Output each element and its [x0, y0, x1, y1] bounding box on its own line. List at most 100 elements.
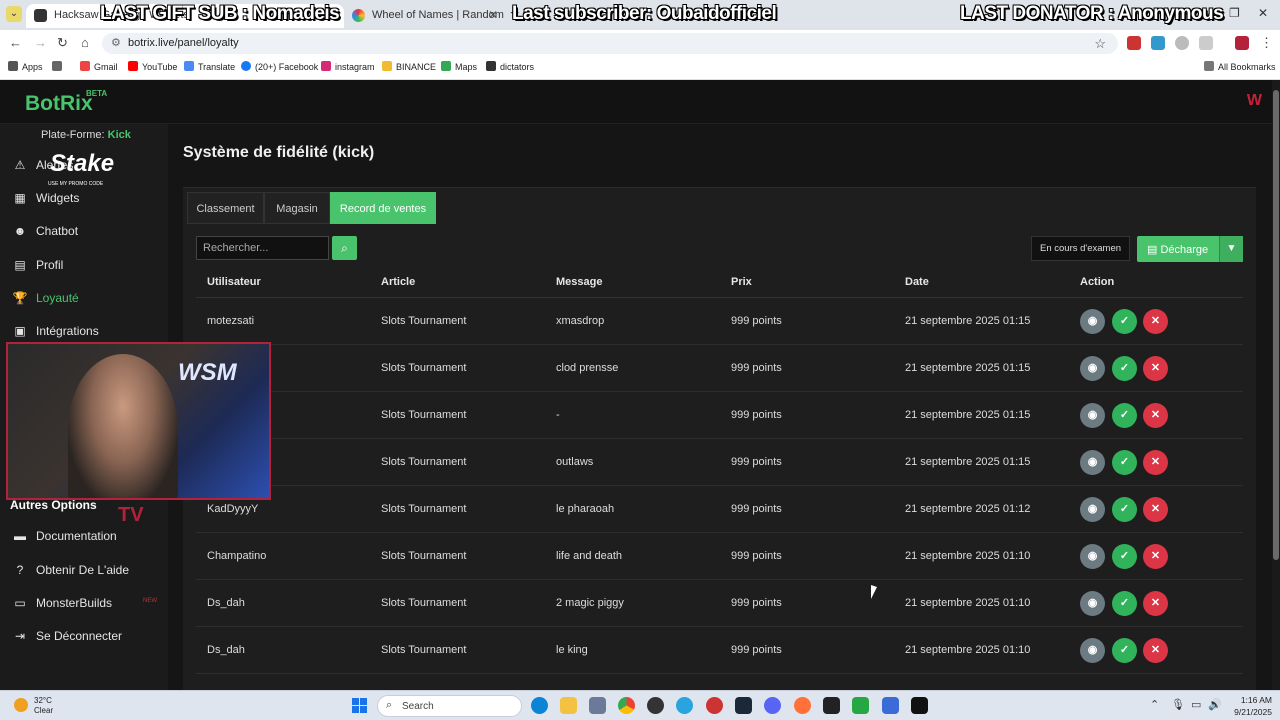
reject-button[interactable]: ✕: [1143, 450, 1168, 475]
search-button[interactable]: ⌕: [332, 236, 357, 260]
bookmark-star-icon[interactable]: ☆: [1094, 36, 1106, 52]
browser-tab-wheel[interactable]: Wheel of Names | Random nam ✕: [344, 4, 506, 28]
botrix-logo[interactable]: BotRix: [25, 92, 93, 116]
extensions-puzzle-icon[interactable]: [1199, 36, 1213, 50]
reject-button[interactable]: ✕: [1143, 591, 1168, 616]
close-tab-icon[interactable]: ✕: [488, 8, 498, 22]
page-scrollbar[interactable]: [1272, 80, 1280, 690]
view-button[interactable]: ◉: [1080, 450, 1105, 475]
approve-button[interactable]: ✓: [1112, 309, 1137, 334]
reject-button[interactable]: ✕: [1143, 309, 1168, 334]
bookmark-facebook[interactable]: (20+) Facebook: [241, 61, 318, 72]
cell-user: KadDyyyY: [207, 503, 259, 515]
view-button[interactable]: ◉: [1080, 403, 1105, 428]
reject-button[interactable]: ✕: [1143, 638, 1168, 663]
extension-icon[interactable]: [1151, 36, 1165, 50]
tab-record-de-ventes[interactable]: Record de ventes: [330, 192, 436, 224]
steam-icon[interactable]: [735, 697, 752, 714]
approve-button[interactable]: ✓: [1112, 591, 1137, 616]
view-button[interactable]: ◉: [1080, 309, 1105, 334]
epic-games-icon[interactable]: [911, 697, 928, 714]
extension-icon[interactable]: [1127, 36, 1141, 50]
bookmark-youtube[interactable]: YouTube: [128, 61, 177, 72]
sidebar-item-monsterbuilds[interactable]: ▭ MonsterBuilds: [12, 596, 112, 610]
taskbar-search[interactable]: ⌕ Search: [377, 695, 522, 717]
home-icon[interactable]: ⌂: [81, 35, 89, 50]
view-button[interactable]: ◉: [1080, 591, 1105, 616]
tray-chevron-icon[interactable]: ⌃: [1150, 698, 1159, 711]
bookmark-grid[interactable]: [52, 61, 66, 72]
sidebar-item-loyaute[interactable]: 🏆 Loyauté: [12, 291, 79, 305]
close-window-icon[interactable]: ✕: [1258, 6, 1268, 20]
bookmark-instagram[interactable]: instagram: [321, 61, 375, 72]
chrome-icon[interactable]: [618, 697, 635, 714]
windows-start-icon[interactable]: [352, 698, 368, 714]
site-info-icon[interactable]: ⚙: [111, 36, 121, 49]
bookmark-binance[interactable]: BINANCE: [382, 61, 436, 72]
bookmark-maps[interactable]: Maps: [441, 61, 477, 72]
restore-icon[interactable]: ❐: [1229, 6, 1240, 20]
approve-button[interactable]: ✓: [1112, 638, 1137, 663]
sidebar-item-help[interactable]: ? Obtenir De L'aide: [12, 563, 129, 577]
volume-icon[interactable]: 🔊: [1208, 698, 1222, 711]
obs-icon[interactable]: [647, 697, 664, 714]
extension-icon[interactable]: [1175, 36, 1189, 50]
reject-button[interactable]: ✕: [1143, 356, 1168, 381]
search-input[interactable]: [196, 236, 329, 260]
discord-icon[interactable]: [764, 697, 781, 714]
view-button[interactable]: ◉: [1080, 638, 1105, 663]
store-icon[interactable]: [589, 697, 606, 714]
opera-icon[interactable]: [706, 697, 723, 714]
network-icon[interactable]: ▭: [1191, 698, 1201, 711]
scrollbar-thumb[interactable]: [1273, 90, 1279, 560]
back-icon[interactable]: ←: [9, 35, 22, 50]
other-options-heading: Autres Options: [10, 498, 97, 512]
bookmark-apps[interactable]: Apps: [8, 61, 43, 72]
app-icon[interactable]: [882, 697, 899, 714]
edge-icon[interactable]: [531, 697, 548, 714]
browser-menu-icon[interactable]: ⋮: [1260, 35, 1273, 51]
all-bookmarks[interactable]: All Bookmarks: [1204, 61, 1276, 72]
taskbar-clock[interactable]: 1:16 AM 9/21/2025: [1228, 694, 1272, 718]
forward-icon[interactable]: →: [34, 35, 47, 50]
integrations-icon: ▣: [14, 324, 26, 338]
download-button[interactable]: ▤ Décharge: [1137, 236, 1219, 262]
view-button[interactable]: ◉: [1080, 544, 1105, 569]
sidebar-item-chatbot[interactable]: ☻ Chatbot: [12, 224, 78, 238]
tab-classement[interactable]: Classement: [187, 192, 264, 224]
reject-button[interactable]: ✕: [1143, 544, 1168, 569]
approve-button[interactable]: ✓: [1112, 497, 1137, 522]
view-button[interactable]: ◉: [1080, 356, 1105, 381]
user-brand-icon[interactable]: W: [1247, 92, 1262, 110]
bookmark-translate[interactable]: Translate: [184, 61, 235, 72]
approve-button[interactable]: ✓: [1112, 450, 1137, 475]
download-options-button[interactable]: ▼: [1219, 236, 1243, 262]
bookmark-gmail[interactable]: Gmail: [80, 61, 118, 72]
approve-button[interactable]: ✓: [1112, 403, 1137, 428]
sidebar-item-widgets[interactable]: ▦ Widgets: [12, 191, 79, 205]
sidebar-item-documentation[interactable]: ▬ Documentation: [12, 529, 117, 543]
view-button[interactable]: ◉: [1080, 497, 1105, 522]
sidebar-item-integrations[interactable]: ▣ Intégrations: [12, 324, 98, 338]
app-icon[interactable]: [852, 697, 869, 714]
app-icon[interactable]: [823, 697, 840, 714]
profile-avatar-icon[interactable]: [1235, 36, 1249, 50]
status-filter-select[interactable]: En cours d'examen: [1031, 236, 1130, 261]
telegram-icon[interactable]: [676, 697, 693, 714]
tab-search-dropdown[interactable]: ⌄: [6, 6, 22, 22]
folder-icon: [1204, 61, 1214, 71]
sidebar-item-profil[interactable]: ▤ Profil: [12, 258, 63, 272]
sidebar-item-logout[interactable]: ⇥ Se Déconnecter: [12, 629, 122, 643]
approve-button[interactable]: ✓: [1112, 544, 1137, 569]
reject-button[interactable]: ✕: [1143, 403, 1168, 428]
firefox-icon[interactable]: [794, 697, 811, 714]
tab-magasin[interactable]: Magasin: [264, 192, 330, 224]
reload-icon[interactable]: ↻: [57, 35, 68, 51]
bookmark-dictators[interactable]: dictators: [486, 61, 534, 72]
eye-icon: ◉: [1087, 503, 1098, 515]
approve-button[interactable]: ✓: [1112, 356, 1137, 381]
file-explorer-icon[interactable]: [560, 697, 577, 714]
reject-button[interactable]: ✕: [1143, 497, 1168, 522]
url-field[interactable]: ⚙ botrix.live/panel/loyalty ☆: [102, 33, 1118, 54]
microphone-icon[interactable]: 🎙: [1171, 698, 1185, 711]
